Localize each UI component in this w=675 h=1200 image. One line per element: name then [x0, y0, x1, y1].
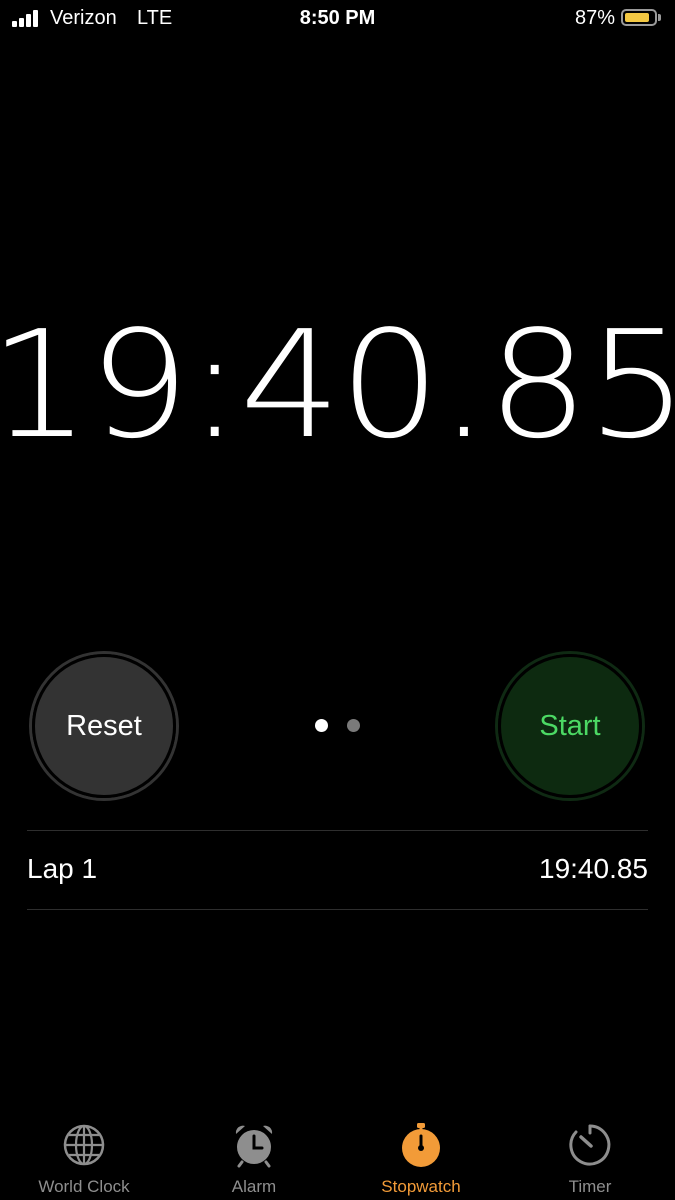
page-indicator[interactable] — [313, 719, 363, 733]
lap-list-divider-bottom — [27, 909, 648, 910]
lap-time: 19:40.85 — [539, 853, 648, 884]
tab-label: World Clock — [38, 1177, 130, 1196]
page-dot-inactive[interactable] — [347, 719, 360, 732]
tab-timer[interactable]: Timer — [506, 1110, 674, 1200]
timer-icon — [569, 1124, 611, 1166]
lap-row: Lap 1 19:40.85 — [27, 831, 648, 909]
reset-button[interactable]: Reset — [29, 651, 179, 801]
tab-label: Stopwatch — [381, 1177, 461, 1196]
status-bar: Verizon LTE 8:50 PM 87% — [0, 0, 675, 38]
reset-button-label: Reset — [32, 654, 176, 798]
tab-stopwatch[interactable]: Stopwatch — [337, 1110, 505, 1200]
lap-label: Lap 1 — [27, 853, 98, 884]
battery-fill — [625, 13, 649, 22]
tab-world-clock[interactable]: World Clock — [0, 1110, 168, 1200]
globe-icon — [63, 1124, 105, 1166]
battery-tip — [658, 14, 661, 21]
alarm-clock-icon — [235, 1125, 273, 1168]
tab-label: Timer — [568, 1177, 612, 1196]
tab-label: Alarm — [231, 1177, 277, 1196]
stopwatch-display: 19:40.85 — [0, 299, 675, 471]
start-button[interactable]: Start — [495, 651, 645, 801]
page-dot-active[interactable] — [315, 719, 328, 732]
stopwatch-icon — [402, 1123, 440, 1167]
tab-bar: World Clock Alarm Stopwatch Timer — [0, 1110, 675, 1200]
tab-alarm[interactable]: Alarm — [170, 1110, 338, 1200]
battery-percent: 87% — [574, 7, 615, 29]
start-button-label: Start — [498, 654, 642, 798]
status-time: 8:50 PM — [299, 7, 376, 29]
battery-icon — [621, 9, 657, 26]
